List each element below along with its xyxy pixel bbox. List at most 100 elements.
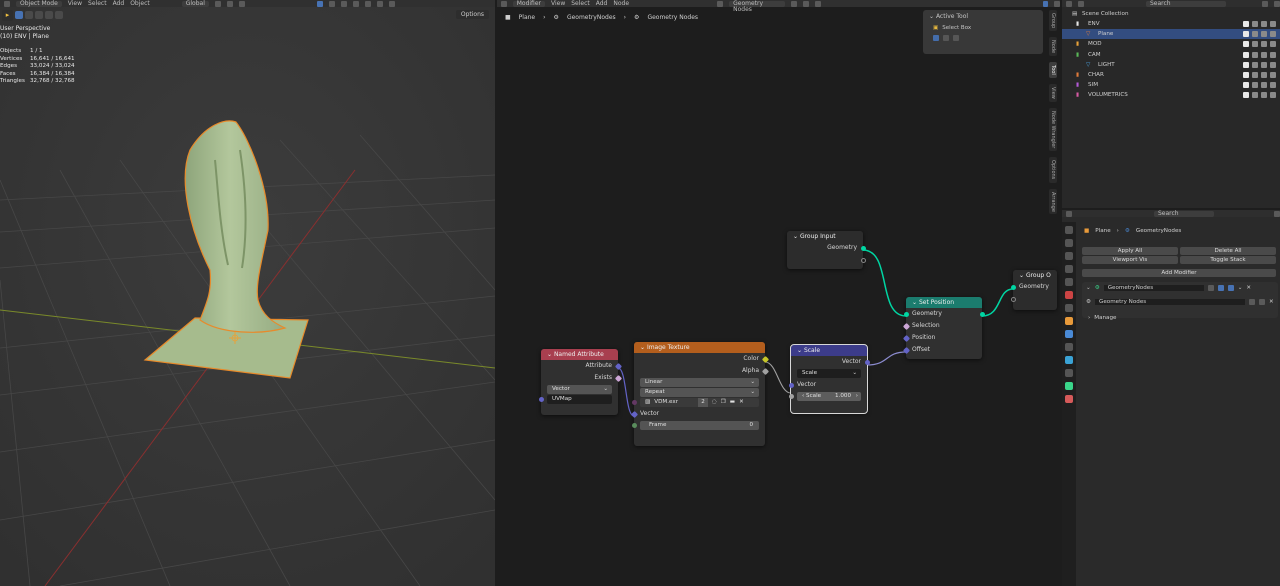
node-vector-scale[interactable]: ⌄ Scale Vector Scale ⌄ Vector ‹ Scale 1.0… — [788, 344, 870, 414]
menu-view[interactable]: View — [551, 0, 565, 7]
texture-tab-icon[interactable] — [1065, 395, 1073, 403]
select-invert-icon[interactable] — [45, 11, 53, 19]
modifier-name-field[interactable]: GeometryNodes — [1103, 285, 1204, 291]
collection-tab-icon[interactable] — [1065, 304, 1073, 312]
socket-icon[interactable] — [632, 400, 637, 405]
select-subtract-icon[interactable] — [953, 35, 959, 41]
chevron-right-icon[interactable]: › — [856, 392, 858, 401]
node-header[interactable]: ⌄ Named Attribute — [541, 349, 618, 360]
tab-options[interactable]: Options — [1049, 157, 1057, 183]
editor-type-icon[interactable] — [501, 0, 507, 7]
header-overflow-icon[interactable] — [1054, 0, 1060, 7]
render-icon[interactable] — [1270, 61, 1276, 68]
filter-icon[interactable] — [1262, 0, 1268, 7]
pin-icon[interactable] — [1274, 210, 1280, 217]
gizmo-icon[interactable] — [328, 0, 335, 7]
render-icon[interactable] — [1270, 72, 1276, 78]
node-header[interactable]: ⌄ Scale — [791, 345, 867, 356]
tab-node[interactable]: Node — [1049, 37, 1057, 57]
render-icon[interactable] — [1270, 92, 1276, 99]
select-extend-icon[interactable] — [943, 35, 949, 41]
menu-view[interactable]: View — [68, 0, 82, 7]
shading-material-icon[interactable] — [376, 0, 383, 7]
shield-icon[interactable]: ◌ — [712, 398, 717, 407]
socket-icon[interactable] — [979, 311, 985, 317]
eye-icon[interactable] — [1252, 31, 1258, 38]
render-tab-icon[interactable] — [1065, 239, 1073, 247]
chevron-down-icon[interactable]: ⌄ — [1086, 285, 1091, 291]
outliner-item[interactable]: ▽ Plane — [1062, 29, 1280, 40]
outliner-search-input[interactable]: Search — [1146, 0, 1226, 7]
tab-node-wrangler[interactable]: Node Wrangler — [1049, 107, 1057, 152]
node-editor[interactable]: Modifier View Select Add Node Geometry N… — [497, 0, 1060, 586]
active-tool-item[interactable]: ▣ Select Box — [923, 23, 1043, 33]
editor-context-dropdown[interactable]: Modifier — [512, 0, 545, 7]
checkbox-icon[interactable] — [1243, 82, 1249, 89]
world-tab-icon[interactable] — [1065, 291, 1073, 299]
socket-icon[interactable] — [860, 257, 866, 263]
snap-icon[interactable] — [226, 0, 233, 7]
camera-icon[interactable] — [1261, 21, 1267, 27]
outliner-item[interactable]: ▽ LIGHT — [1062, 60, 1280, 70]
node-named-attribute[interactable]: ⌄ Named Attribute Attribute Exists Vecto… — [539, 349, 622, 415]
select-new-icon[interactable] — [933, 35, 939, 41]
eye-icon[interactable] — [1252, 92, 1258, 99]
display-mode-icon[interactable] — [1078, 0, 1084, 7]
socket-icon[interactable] — [632, 423, 637, 428]
image-selector[interactable]: ▨ VDM.exr 2 ◌ ❐ ▬ ✕ — [632, 398, 759, 407]
outliner-root[interactable]: ▤ Scene Collection — [1062, 9, 1280, 19]
node-group-input[interactable]: ⌄ Group Input Geometry — [787, 231, 866, 269]
duplicate-icon[interactable] — [1259, 299, 1266, 305]
eye-icon[interactable] — [1252, 61, 1258, 68]
render-icon[interactable] — [1270, 41, 1276, 48]
outliner-item[interactable]: ▮ VOLUMETRICS — [1062, 90, 1280, 100]
select-subtract-icon[interactable] — [35, 11, 43, 19]
shading-solid-icon[interactable] — [364, 0, 371, 7]
eye-icon[interactable] — [1252, 72, 1258, 78]
properties-editor[interactable]: Search ■ Plane › ⚙ GeometryNodes Apply A… — [1062, 210, 1280, 586]
checkbox-icon[interactable] — [1243, 21, 1249, 27]
users-count[interactable]: 2 — [698, 398, 708, 407]
socket-icon[interactable] — [1010, 284, 1016, 290]
socket-icon[interactable] — [789, 394, 794, 399]
select-tool-icon[interactable]: ▸ — [2, 9, 13, 21]
render-icon[interactable] — [1270, 21, 1276, 27]
camera-icon[interactable] — [1261, 92, 1267, 99]
toggle-stack-button[interactable]: Toggle Stack — [1180, 256, 1276, 264]
outliner-item[interactable]: ▮ MOD — [1062, 39, 1280, 49]
node-image-texture[interactable]: ⌄ Image Texture Color Alpha Linear ⌄ Repe… — [630, 342, 769, 446]
outliner[interactable]: Search ▤ Scene Collection ▮ ENV ▽ Plane ▮ MOD ▮… — [1062, 0, 1280, 208]
menu-select[interactable]: Select — [88, 0, 107, 7]
output-tab-icon[interactable] — [1065, 252, 1073, 260]
edit-mode-icon[interactable] — [1207, 285, 1214, 291]
particles-tab-icon[interactable] — [1065, 343, 1073, 351]
extension-dropdown[interactable]: Repeat ⌄ — [640, 388, 759, 397]
new-collection-icon[interactable] — [1274, 0, 1280, 7]
socket-icon[interactable] — [788, 382, 794, 388]
manage-subpanel[interactable]: › Manage — [1088, 315, 1116, 321]
xray-icon[interactable] — [352, 0, 359, 7]
menu-add[interactable]: Add — [113, 0, 125, 7]
socket-icon[interactable] — [1010, 296, 1016, 302]
attribute-name-field[interactable]: UVMap — [539, 395, 612, 404]
checkbox-icon[interactable] — [1243, 51, 1249, 58]
interpolation-dropdown[interactable]: Linear ⌄ — [640, 378, 759, 387]
camera-icon[interactable] — [1261, 72, 1267, 78]
proportional-icon[interactable] — [238, 0, 245, 7]
unlink-icon[interactable] — [814, 0, 821, 7]
eye-icon[interactable] — [1252, 41, 1258, 48]
node-header[interactable]: ⌄ Group O — [1013, 270, 1057, 281]
select-intersect-icon[interactable] — [55, 11, 63, 19]
shading-rendered-icon[interactable] — [388, 0, 395, 7]
outliner-item[interactable]: ▮ ENV — [1062, 19, 1280, 29]
constraints-tab-icon[interactable] — [1065, 369, 1073, 377]
render-icon[interactable] — [1270, 31, 1276, 38]
operation-dropdown[interactable]: Scale ⌄ — [797, 369, 861, 378]
camera-icon[interactable] — [1261, 31, 1267, 38]
checkbox-icon[interactable] — [1243, 31, 1249, 38]
eye-icon[interactable] — [1252, 51, 1258, 58]
view-layer-tab-icon[interactable] — [1065, 265, 1073, 273]
object-tab-icon[interactable] — [1065, 317, 1073, 325]
modifier-tab-icon[interactable] — [1065, 330, 1073, 338]
select-extend-icon[interactable] — [25, 11, 33, 19]
